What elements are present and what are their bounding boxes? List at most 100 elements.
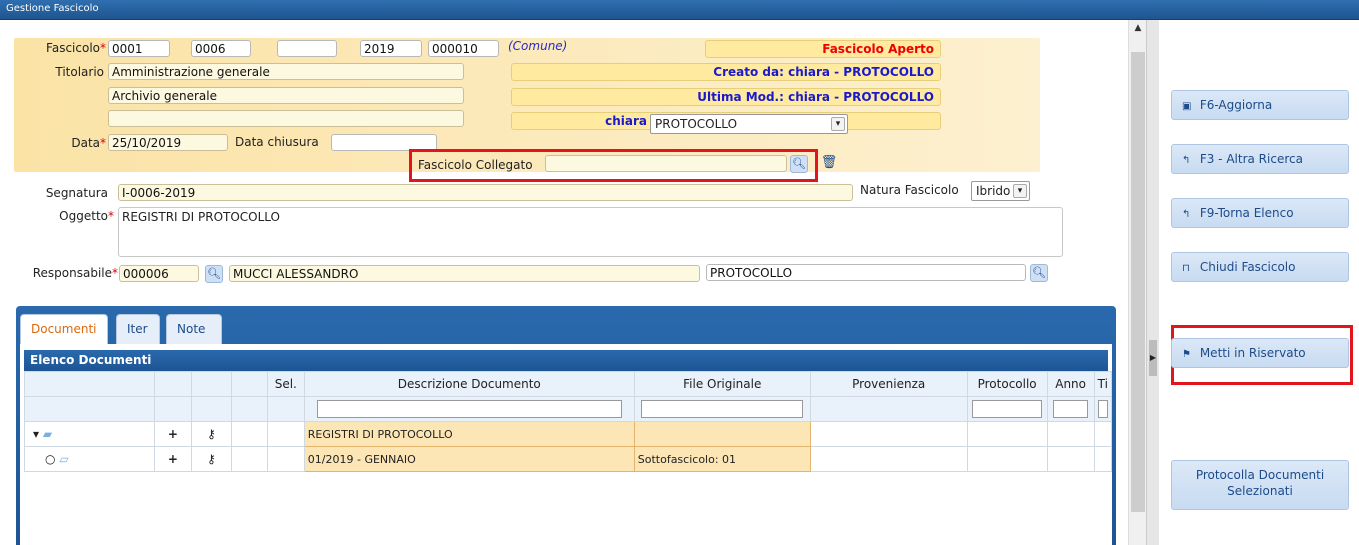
trash-icon[interactable]: 🗑︎: [820, 155, 838, 173]
fascicolo-field-3[interactable]: [277, 40, 337, 57]
titolario-field-1[interactable]: Amministrazione generale: [108, 63, 464, 80]
grid-title: Elenco Documenti: [24, 350, 1108, 371]
riservato-label: Metti in Riservato: [1199, 346, 1306, 360]
tree-toggle-icon[interactable]: ▾: [33, 427, 39, 441]
filter-descrizione[interactable]: [316, 400, 622, 418]
column-header-anno[interactable]: Anno: [1046, 371, 1095, 397]
ufficio-select[interactable]: PROTOCOLLO ▾: [650, 114, 848, 134]
responsabile-name[interactable]: MUCCI ALESSANDRO: [229, 265, 700, 282]
torna-elenco-button[interactable]: ↰ F9-Torna Elenco: [1171, 198, 1349, 228]
filter-file[interactable]: [641, 400, 804, 418]
titolario-label: Titolario: [55, 65, 104, 79]
search-icon[interactable]: 🔍︎: [205, 265, 223, 283]
tab-documenti[interactable]: Documenti: [20, 314, 108, 344]
tabs-panel: Documenti Iter Note Elenco Documenti Sel…: [16, 306, 1116, 545]
altra-ricerca-button[interactable]: ↰ F3 - Altra Ricerca: [1171, 144, 1349, 174]
ufficio-select-value: PROTOCOLLO: [655, 117, 738, 131]
vertical-scrollbar[interactable]: ▲: [1128, 20, 1146, 545]
collapse-arrow-icon[interactable]: ▶: [1149, 340, 1157, 376]
file-cell[interactable]: Sottofascicolo: 01: [633, 446, 811, 472]
collegato-field[interactable]: [545, 155, 787, 172]
titolario-field-2[interactable]: Archivio generale: [108, 87, 464, 104]
file-cell[interactable]: [633, 421, 811, 447]
column-header: [230, 371, 268, 397]
descrizione-cell[interactable]: 01/2019 - GENNAIO: [303, 446, 635, 472]
creato-da-info: Creato da: chiara - PROTOCOLLO: [511, 63, 941, 81]
fascicolo-field-1[interactable]: 0001: [108, 40, 170, 57]
filter-protocollo[interactable]: [972, 400, 1043, 418]
back-arrow-icon: ↰: [1182, 209, 1191, 220]
folder-icon: ▰: [42, 427, 53, 441]
responsabile-label: Responsabile*: [32, 266, 118, 280]
column-header-file[interactable]: File Originale: [633, 371, 811, 397]
column-header: [153, 371, 192, 397]
lock-icon: ⊓: [1182, 263, 1190, 274]
column-header-descrizione[interactable]: Descrizione Documento: [303, 371, 635, 397]
torna-elenco-label: F9-Torna Elenco: [1199, 206, 1294, 220]
key-icon[interactable]: ⚷: [190, 421, 232, 447]
natura-select-value: Ibrido: [976, 184, 1011, 198]
scroll-up-icon[interactable]: ▲: [1131, 23, 1145, 35]
oggetto-textarea[interactable]: REGISTRI DI PROTOCOLLO: [118, 207, 1063, 257]
table-header-row: Sel. Descrizione Documento File Original…: [24, 371, 1113, 397]
column-header: [24, 371, 155, 397]
responsabile-code[interactable]: 000006: [119, 265, 199, 282]
chiudi-fascicolo-label: Chiudi Fascicolo: [1199, 260, 1296, 274]
back-arrow-icon: ↰: [1182, 155, 1191, 166]
protocolla-documenti-button[interactable]: Protocolla Documenti Selezionati: [1171, 460, 1349, 510]
sidebar: ▣ F6-Aggiorna ↰ F3 - Altra Ricerca ↰ F9-…: [1159, 20, 1359, 545]
document-icon: ▱: [59, 452, 69, 466]
segnatura-field[interactable]: I-0006-2019: [118, 184, 853, 201]
flag-icon: ⚑: [1182, 349, 1191, 360]
data-field[interactable]: 25/10/2019: [108, 134, 228, 151]
chevron-down-icon: ▾: [831, 117, 845, 131]
segnatura-label: Segnatura: [45, 186, 108, 200]
search-icon[interactable]: 🔍︎: [790, 155, 808, 173]
scrollbar-thumb[interactable]: [1131, 52, 1145, 512]
key-icon[interactable]: ⚷: [190, 446, 232, 472]
add-button[interactable]: +: [153, 446, 192, 472]
tab-iter[interactable]: Iter: [116, 314, 160, 344]
filter-row: [24, 396, 1113, 422]
aggiorna-button[interactable]: ▣ F6-Aggiorna: [1171, 90, 1349, 120]
window-title: Gestione Fascicolo: [0, 0, 1359, 20]
chiudi-fascicolo-button[interactable]: ⊓ Chiudi Fascicolo: [1171, 252, 1349, 282]
ultima-mod-info: Ultima Mod.: chiara - PROTOCOLLO: [511, 88, 941, 106]
radio-icon[interactable]: ○: [45, 452, 55, 466]
column-header-provenienza[interactable]: Provenienza: [809, 371, 968, 397]
natura-label: Natura Fascicolo: [860, 183, 959, 197]
fascicolo-field-2[interactable]: 0006: [191, 40, 251, 57]
data-label: Data*: [71, 136, 106, 150]
titolario-field-3[interactable]: [108, 110, 464, 127]
protocolla-label: Protocolla Documenti Selezionati: [1195, 468, 1325, 498]
filter-anno[interactable]: [1053, 400, 1089, 418]
save-icon: ▣: [1182, 101, 1192, 112]
filter-tipo[interactable]: [1097, 400, 1108, 418]
tab-note[interactable]: Note: [166, 314, 222, 344]
metti-in-riservato-button[interactable]: ⚑ Metti in Riservato: [1171, 338, 1349, 368]
table-row[interactable]: ▾ ▰ + ⚷ REGISTRI DI PROTOCOLLO: [24, 421, 1113, 447]
collegato-label: Fascicolo Collegato: [418, 158, 533, 172]
column-header-sel[interactable]: Sel.: [266, 371, 305, 397]
splitter[interactable]: [1146, 20, 1159, 545]
responsabile-ufficio[interactable]: PROTOCOLLO: [706, 264, 1026, 281]
column-header-tipo[interactable]: Ti: [1093, 371, 1113, 397]
oggetto-label: Oggetto*: [59, 209, 114, 223]
fascicolo-number[interactable]: 000010: [428, 40, 499, 57]
add-button[interactable]: +: [153, 421, 192, 447]
main-panel: Fascicolo* 0001 0006 2019 000010 (Comune…: [0, 20, 1128, 545]
documenti-tab-body: Elenco Documenti Sel. Descrizione Docume…: [20, 344, 1113, 545]
altra-ricerca-label: F3 - Altra Ricerca: [1199, 152, 1303, 166]
aggiorna-label: F6-Aggiorna: [1199, 98, 1273, 112]
documenti-table: Sel. Descrizione Documento File Original…: [24, 371, 1113, 472]
natura-select[interactable]: Ibrido ▾: [971, 181, 1030, 201]
search-icon[interactable]: 🔍︎: [1030, 264, 1048, 282]
fascicolo-year[interactable]: 2019: [360, 40, 422, 57]
data-chiusura-label: Data chiusura: [235, 135, 319, 149]
column-header: [190, 371, 232, 397]
table-row[interactable]: ○ ▱ + ⚷ 01/2019 - GENNAIO Sottofascicolo…: [24, 446, 1113, 472]
column-header-protocollo[interactable]: Protocollo: [966, 371, 1048, 397]
comune-label: (Comune): [508, 39, 568, 53]
descrizione-cell[interactable]: REGISTRI DI PROTOCOLLO: [303, 421, 635, 447]
fascicolo-label: Fascicolo*: [46, 41, 106, 55]
